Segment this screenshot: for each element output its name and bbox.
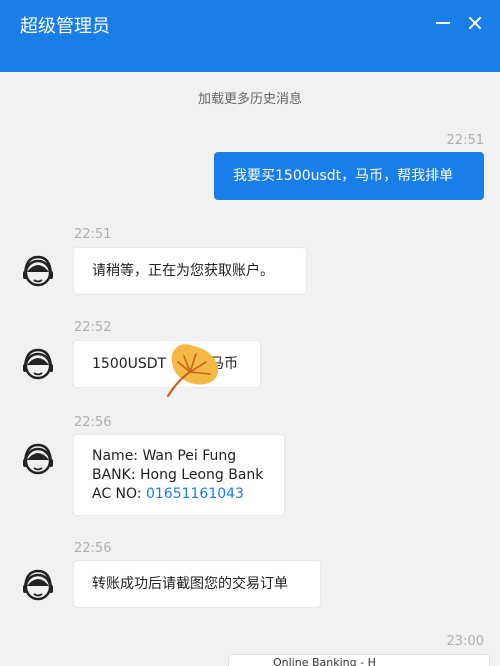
outgoing-message-bubble: 我要买1500usdt，马币，帮我排单 (214, 152, 484, 200)
load-more-history-link[interactable]: 加载更多历史消息 (0, 88, 500, 107)
incoming-message-bubble: 转账成功后请截图您的交易订单 (73, 560, 321, 608)
message-text: 请稍等，正在为您获取账户。 (92, 262, 274, 279)
message-time: 22:52 (74, 320, 112, 335)
message-time: 23:00 (446, 634, 484, 649)
chat-header: 超级管理员 (0, 0, 500, 72)
support-agent-avatar-icon (18, 342, 58, 382)
support-agent-avatar-icon (18, 437, 58, 477)
account-number-link[interactable]: 01651161043 (146, 486, 244, 502)
account-number-label: AC NO: (92, 485, 146, 502)
ginkgo-leaf-icon (160, 336, 220, 402)
account-name: Name: Wan Pei Fung (92, 447, 237, 464)
message-time: 22:56 (74, 415, 112, 430)
incoming-message-bubble: Name: Wan Pei Fung BANK: Hong Leong Bank… (73, 434, 285, 516)
preview-text: Online Banking - H (273, 656, 376, 666)
message-text-before: 1500USDT (92, 355, 167, 372)
message-time: 22:56 (74, 541, 112, 556)
screenshot-preview-bubble[interactable]: Online Banking - H (228, 654, 490, 666)
message-text: 我要买1500usdt，马币，帮我排单 (233, 167, 454, 184)
minimize-icon[interactable] (434, 8, 458, 38)
close-icon[interactable] (464, 8, 488, 38)
message-time: 22:51 (74, 227, 112, 242)
chat-title: 超级管理员 (20, 16, 110, 37)
account-number-line: AC NO: 01651161043 (92, 485, 266, 504)
message-text: 转账成功后请截图您的交易订单 (92, 575, 288, 592)
message-time: 22:51 (446, 133, 484, 148)
incoming-message-bubble: 请稍等，正在为您获取账户。 (73, 247, 307, 295)
support-agent-avatar-icon (18, 249, 58, 289)
account-bank: BANK: Hong Leong Bank (92, 466, 264, 483)
support-agent-avatar-icon (18, 563, 58, 603)
